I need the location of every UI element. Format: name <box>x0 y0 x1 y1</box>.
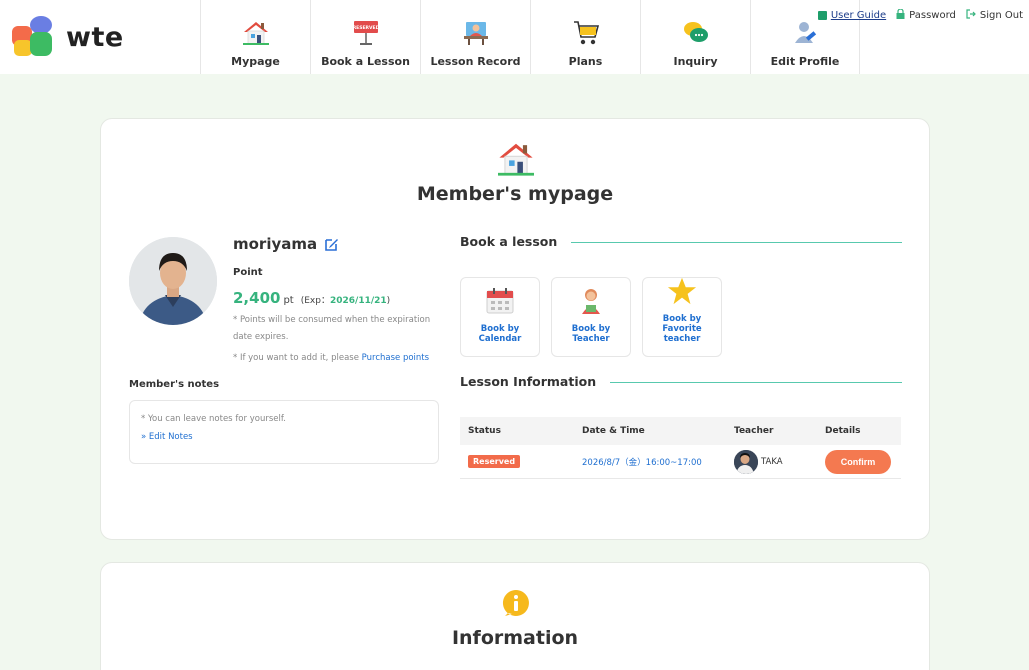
page-title: Member's mypage <box>416 183 614 205</box>
house-icon <box>498 141 534 177</box>
nav-mypage[interactable]: Mypage <box>200 0 310 74</box>
teacher-avatar <box>734 449 758 474</box>
expiry-prefix: (Exp： <box>300 296 330 306</box>
book-icon <box>817 11 827 20</box>
information-title: Information <box>451 627 579 649</box>
book-by-calendar-button[interactable]: Book by Calendar <box>460 277 540 357</box>
lesson-table: Status Date & Time Teacher Details Reser… <box>460 417 901 479</box>
information-card: Information <box>100 562 930 670</box>
utility-links: User Guide Password Sign Out <box>817 8 1023 22</box>
col-details: Details <box>825 426 861 436</box>
nav-label: Lesson Record <box>430 55 521 68</box>
col-teacher: Teacher <box>734 426 774 436</box>
member-notes-label: Member's notes <box>129 379 220 390</box>
book-option-label: Book by Calendar <box>478 324 522 344</box>
nav-lesson-record[interactable]: Lesson Record <box>420 0 530 74</box>
password-link[interactable]: Password <box>896 8 956 22</box>
book-by-favorite-teacher-button[interactable]: Book by Favorite teacher <box>642 277 722 357</box>
expiry-suffix: ) <box>386 296 391 306</box>
col-status: Status <box>468 426 501 436</box>
teacher-icon <box>576 286 606 316</box>
details-cell: Confirm <box>825 449 901 474</box>
username-row: moriyama <box>233 235 339 253</box>
points-expiry-note: * Points will be consumed when the expir… <box>233 315 431 342</box>
username: moriyama <box>233 235 318 253</box>
purchase-points-note: * If you want to add it, please Purchase… <box>233 350 448 367</box>
section-divider <box>596 382 902 383</box>
top-header: wte Mypage RESERVED Book a Lesson Lesson… <box>0 0 1029 74</box>
house-icon <box>242 19 270 47</box>
points-expiry: (Exp：2026/11/21) <box>301 293 390 306</box>
shopping-cart-icon <box>572 19 600 47</box>
points-unit: pt <box>283 295 294 306</box>
table-header: Status Date & Time Teacher Details <box>460 417 901 445</box>
nav-label: Plans <box>568 55 603 68</box>
member-notes-box: * You can leave notes for yourself. » Ed… <box>129 400 439 464</box>
book-option-label: Book by Teacher <box>571 324 611 344</box>
points-row: 2,400 pt (Exp：2026/11/21) <box>233 289 390 307</box>
calendar-icon <box>485 286 515 316</box>
user-guide-label: User Guide <box>830 10 887 21</box>
teacher-desk-icon <box>462 19 490 47</box>
svg-text:RESERVED: RESERVED <box>352 25 379 31</box>
nav-label: Book a Lesson <box>321 55 410 68</box>
sign-out-icon <box>966 9 976 22</box>
info-icon <box>502 589 530 617</box>
book-lesson-heading: Book a lesson <box>460 234 572 249</box>
col-datetime: Date & Time <box>582 426 645 436</box>
confirm-button[interactable]: Confirm <box>825 449 891 474</box>
nav-plans[interactable]: Plans <box>530 0 640 74</box>
section-divider <box>541 242 902 243</box>
user-edit-icon <box>791 19 819 47</box>
lesson-datetime: 2026/8/7（金）16:00~17:00 <box>582 457 702 468</box>
purchase-points-link[interactable]: Purchase points <box>362 353 429 363</box>
status-cell: Reserved <box>460 454 582 468</box>
user-guide-link[interactable]: User Guide <box>817 10 887 21</box>
point-label: Point <box>233 267 263 278</box>
purchase-note-text: * If you want to add it, please <box>233 353 362 363</box>
lock-icon <box>896 8 905 22</box>
book-by-teacher-button[interactable]: Book by Teacher <box>551 277 631 357</box>
nav-label: Inquiry <box>673 55 718 68</box>
teacher-info[interactable]: TAKA <box>734 449 825 474</box>
expiry-date: 2026/11/21 <box>329 296 387 306</box>
mypage-card: Member's mypage moriyama Point 2,400 pt … <box>100 118 930 540</box>
avatar <box>129 237 217 325</box>
nav-label: Edit Profile <box>770 55 840 68</box>
main-nav: Mypage RESERVED Book a Lesson Lesson Rec… <box>200 0 860 74</box>
teacher-name: TAKA <box>761 456 783 467</box>
status-badge: Reserved <box>468 454 521 468</box>
star-icon <box>667 276 697 306</box>
book-option-label: Book by Favorite teacher <box>662 314 702 344</box>
lesson-info-heading: Lesson Information <box>460 374 611 389</box>
password-label: Password <box>909 10 956 21</box>
chat-bubbles-icon <box>682 19 710 47</box>
edit-notes-link[interactable]: » Edit Notes <box>141 432 427 442</box>
teacher-cell: TAKA <box>734 449 825 474</box>
brand-logo[interactable]: wte <box>12 16 124 58</box>
edit-icon[interactable] <box>325 237 339 251</box>
logo-mark-icon <box>12 16 56 58</box>
reserved-sign-icon: RESERVED <box>352 19 380 47</box>
member-notes-hint: * You can leave notes for yourself. <box>141 414 286 424</box>
sign-out-link[interactable]: Sign Out <box>966 9 1023 22</box>
sign-out-label: Sign Out <box>979 10 1023 21</box>
brand-name: wte <box>66 21 124 53</box>
nav-book-lesson[interactable]: RESERVED Book a Lesson <box>310 0 420 74</box>
table-row: Reserved 2026/8/7（金）16:00~17:00 TAKA Con… <box>460 445 901 479</box>
nav-label: Mypage <box>231 55 280 68</box>
points-value: 2,400 <box>233 289 281 307</box>
nav-inquiry[interactable]: Inquiry <box>640 0 750 74</box>
